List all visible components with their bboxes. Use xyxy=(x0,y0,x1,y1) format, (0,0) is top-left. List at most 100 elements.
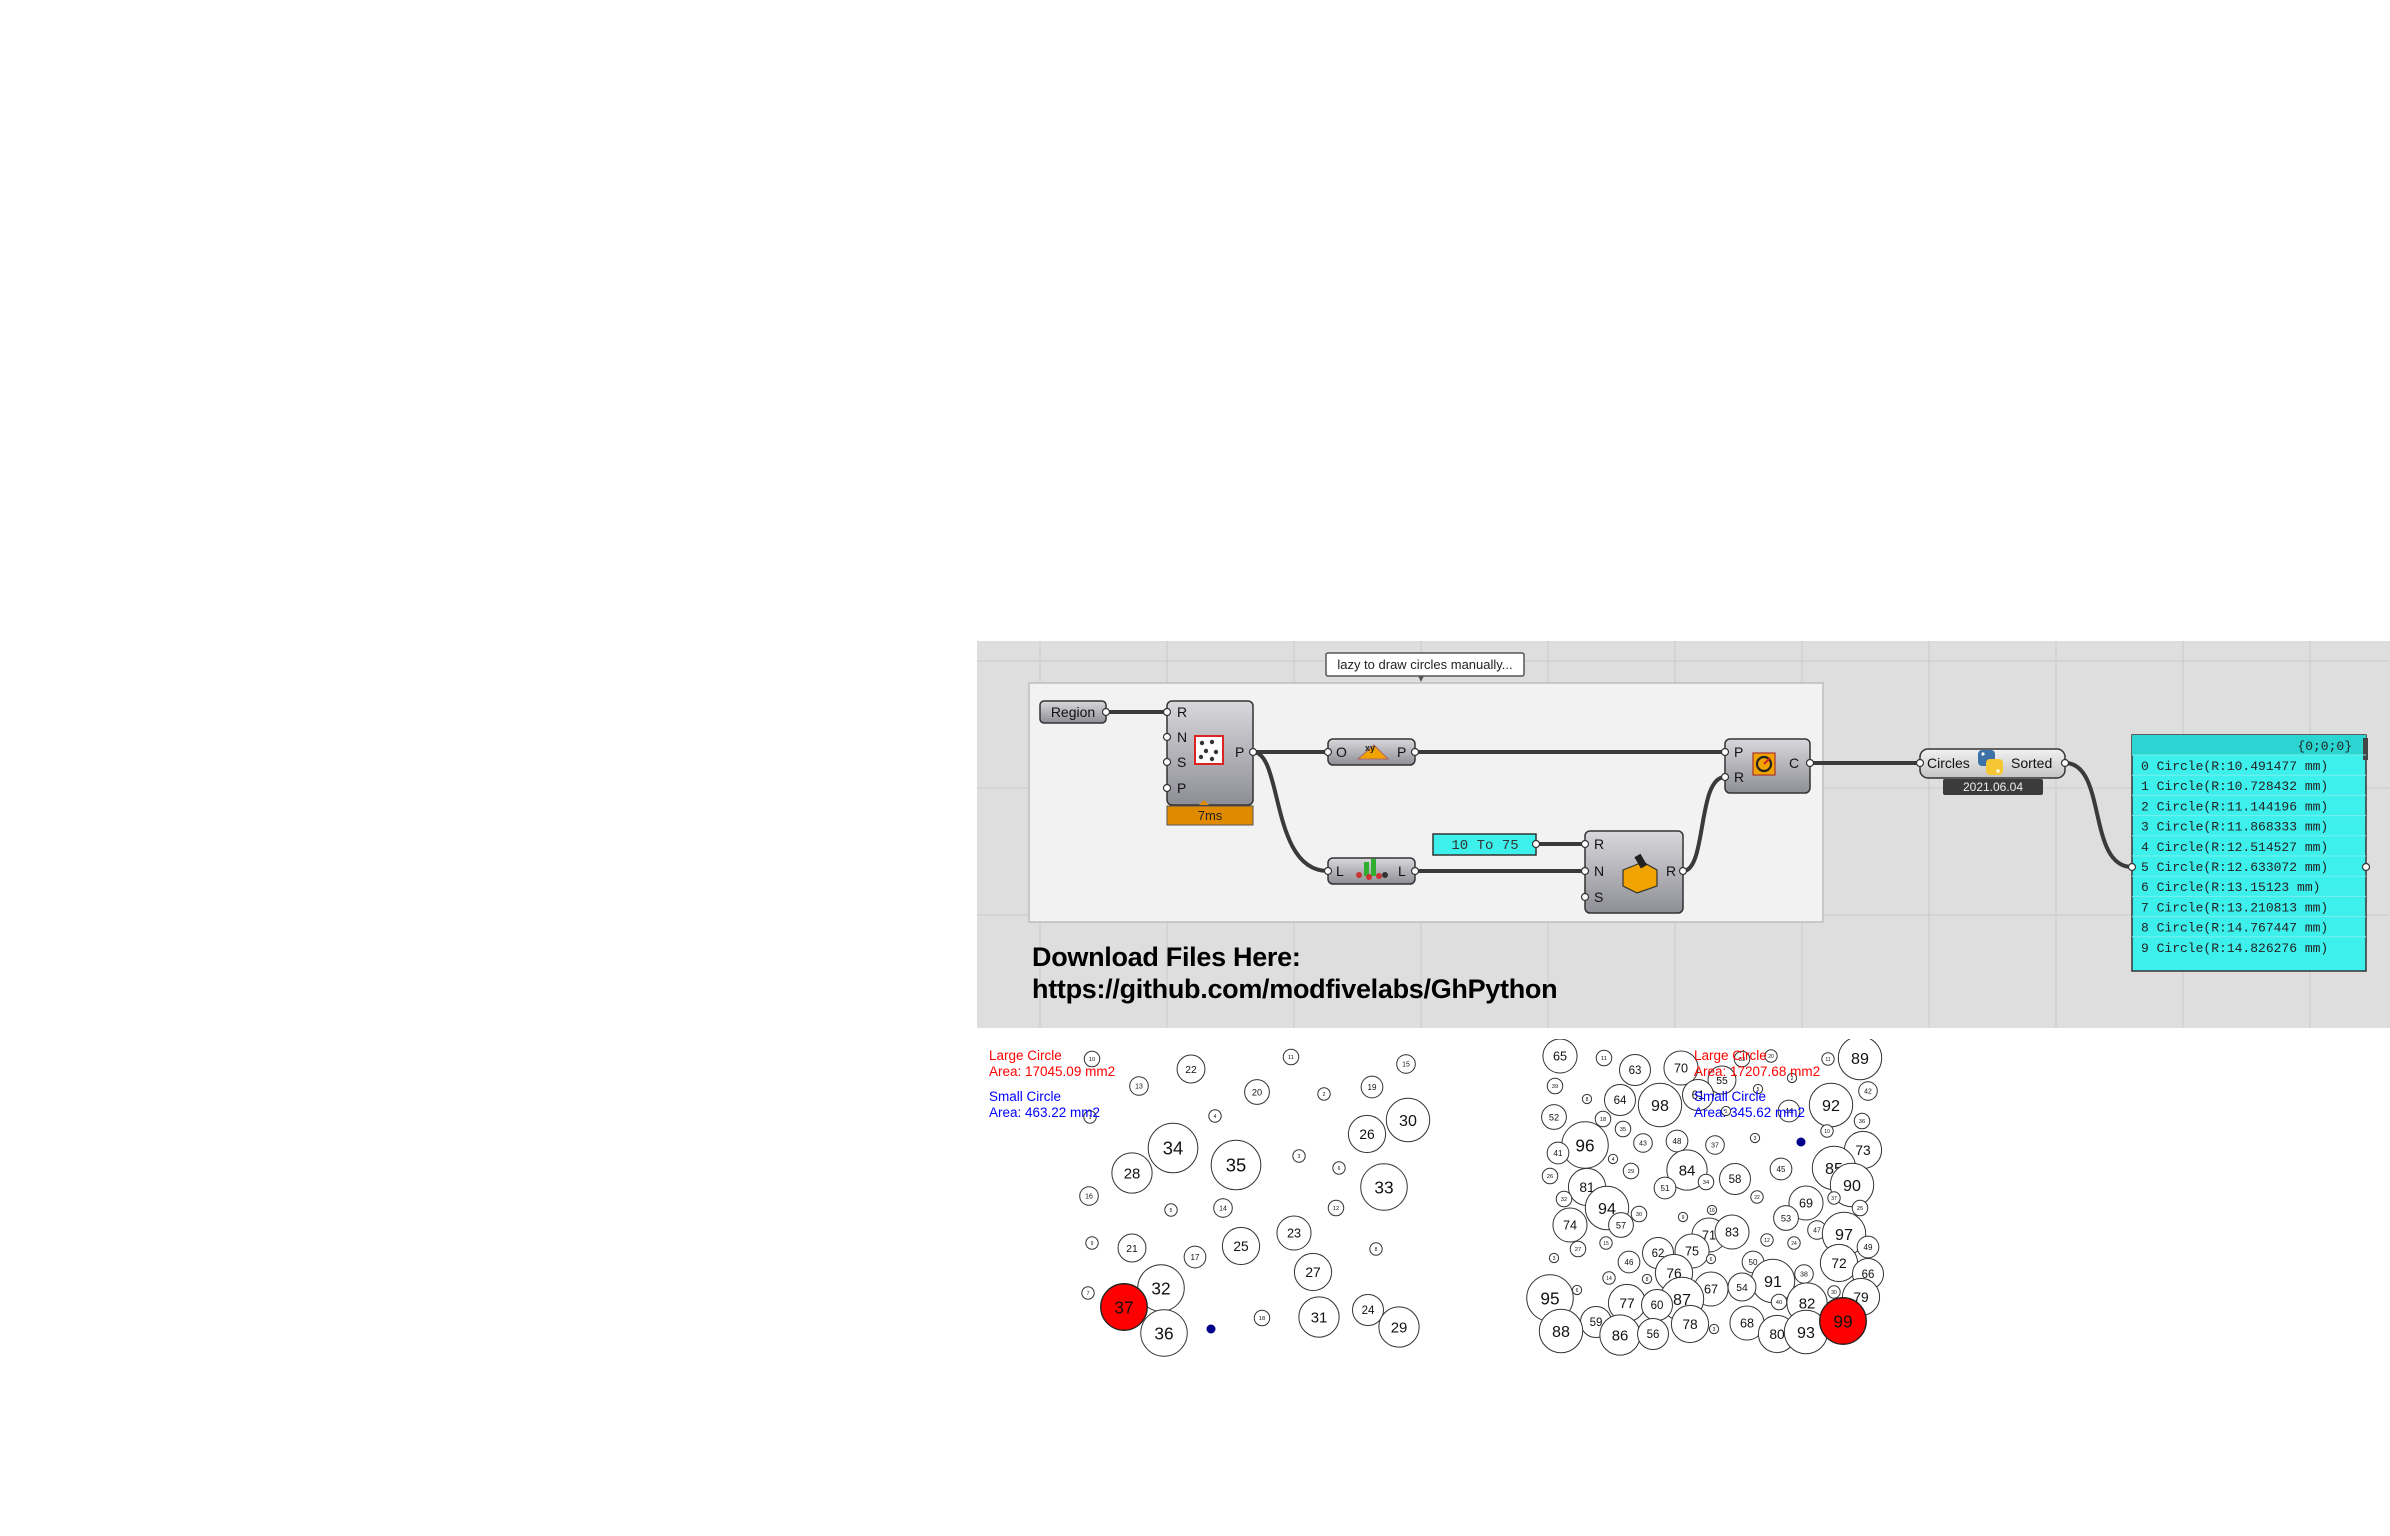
circle-index-label: 77 xyxy=(1619,1296,1634,1311)
right-large-circle-label: Large Circle xyxy=(1694,1048,1767,1063)
circle-index-label: 11 xyxy=(1825,1057,1830,1063)
download-line-1: Download Files Here: xyxy=(1032,942,1301,972)
left-large-circle-area: Area: 17045.09 mm2 xyxy=(989,1064,1116,1079)
output-panel[interactable]: {0;0;0} 0 Circle(R:10.491477 mm) 1 Circle… xyxy=(2127,734,2371,972)
circle-index-label: 48 xyxy=(1673,1137,1682,1146)
circle-index-label: 41 xyxy=(1554,1149,1563,1158)
circle-index-label: 13 xyxy=(1135,1084,1143,1091)
circle-icon xyxy=(1752,752,1776,776)
circle-index-label: 88 xyxy=(1552,1323,1570,1341)
circle-index-label: 24 xyxy=(1791,1241,1797,1247)
group-box[interactable] xyxy=(1028,682,1824,923)
right-large-circle-area: Area: 17207.68 mm2 xyxy=(1694,1064,1821,1079)
circle-index-label: 18 xyxy=(1600,1117,1606,1123)
list-length-input: L xyxy=(1336,863,1344,879)
circle-index-label: 45 xyxy=(1777,1165,1786,1174)
right-small-circle-label: Small Circle xyxy=(1694,1089,1767,1104)
random-input-r: R xyxy=(1594,836,1604,852)
group-label-text: lazy to draw circles manually... xyxy=(1337,657,1512,672)
circle-index-label: 96 xyxy=(1575,1135,1594,1155)
circle-index-label: 3 xyxy=(1754,1136,1757,1142)
circle-index-label: 40 xyxy=(1776,1300,1782,1306)
output-row: 3 Circle(R:11.868333 mm) xyxy=(2141,820,2328,835)
download-link[interactable]: https://github.com/modfivelabs/GhPython xyxy=(1032,973,1558,1005)
circle-index-label: 93 xyxy=(1797,1324,1815,1342)
circle-index-label: 89 xyxy=(1851,1050,1869,1068)
deconstruct-output-p: P xyxy=(1397,744,1406,760)
circle-index-label: 28 xyxy=(1124,1165,1141,1182)
circle-index-label: 9 xyxy=(1091,1241,1094,1247)
range-panel[interactable]: 10 To 75 xyxy=(1432,833,1541,856)
circle-index-label: 63 xyxy=(1629,1065,1642,1077)
circle-index-label: 59 xyxy=(1590,1317,1603,1329)
circle-index-label: 91 xyxy=(1764,1273,1782,1291)
circle-index-label: 73 xyxy=(1855,1143,1871,1158)
circle-index-label: 6 xyxy=(1576,1288,1579,1294)
circle-index-label: 8 xyxy=(1586,1097,1589,1103)
circle-component[interactable]: P R C xyxy=(1720,738,1815,794)
circle-index-label: 14 xyxy=(1219,1206,1227,1213)
screenshot-panel: lazy to draw circles manually... Region xyxy=(977,641,2390,1536)
circle-index-label: 69 xyxy=(1799,1197,1813,1211)
python-output-sorted: Sorted xyxy=(2011,755,2052,771)
circle-index-label: 80 xyxy=(1769,1327,1785,1342)
output-row: 6 Circle(R:13.15123 mm) xyxy=(2141,880,2320,895)
circle-index-label: 7 xyxy=(1087,1291,1090,1297)
populate-input-s: S xyxy=(1177,754,1186,770)
left-small-circle-area: Area: 463.22 mm2 xyxy=(989,1105,1101,1120)
deconstruct-component[interactable]: O P xy xyxy=(1323,738,1420,766)
circle-index-label: 70 xyxy=(1674,1062,1688,1076)
random-input-s: S xyxy=(1594,889,1603,905)
circle-index-label: 65 xyxy=(1553,1050,1567,1064)
list-length-component[interactable]: L L xyxy=(1323,857,1420,885)
circle-index-label: 21 xyxy=(1126,1244,1138,1255)
circle-index-label: 12 xyxy=(1333,1206,1339,1212)
circle-input-p: P xyxy=(1734,744,1743,760)
populate-component[interactable]: R N S P P 7ms xyxy=(1162,700,1258,826)
group-label[interactable]: lazy to draw circles manually... xyxy=(1325,652,1525,682)
circle-index-label: 20 xyxy=(1252,1087,1262,1097)
circle-index-label: 46 xyxy=(1625,1258,1634,1267)
viewport-drawing: 102211151320 21930261 43435283633165 14 1223… xyxy=(1079,1039,1884,1357)
circle-index-label: 74 xyxy=(1563,1219,1577,1233)
circle-index-label: 38 xyxy=(1800,1272,1808,1279)
right-small-circle-area: Area: 345.62 mm2 xyxy=(1694,1105,1806,1120)
circle-index-label: 37 xyxy=(1114,1297,1133,1317)
python-input-circles: Circles xyxy=(1927,755,1970,771)
circle-index-label: 2 xyxy=(1323,1092,1326,1098)
circle-index-label: 16 xyxy=(1709,1208,1715,1214)
circle-index-label: 18 xyxy=(1259,1316,1265,1322)
circle-index-label: 53 xyxy=(1781,1213,1791,1223)
circle-index-label: 15 xyxy=(1402,1062,1410,1069)
circle-index-label: 23 xyxy=(1287,1227,1301,1241)
circle-index-label: 32 xyxy=(1561,1197,1567,1203)
circle-index-label: 27 xyxy=(1575,1247,1581,1253)
circle-index-label: 30 xyxy=(1636,1212,1642,1218)
circle-index-label: 51 xyxy=(1661,1184,1670,1193)
circle-index-label: 4 xyxy=(1612,1157,1615,1163)
circle-index-label: 39 xyxy=(1552,1084,1558,1090)
output-panel-scrollbar[interactable] xyxy=(2363,738,2368,760)
grasshopper-canvas[interactable]: lazy to draw circles manually... Region xyxy=(977,641,2390,1028)
circle-index-label: 10 xyxy=(1824,1129,1830,1135)
circle-index-label: 43 xyxy=(1639,1141,1647,1148)
circle-index-label: 92 xyxy=(1822,1097,1840,1115)
random-component[interactable]: R N S R xyxy=(1580,830,1688,914)
output-row: 1 Circle(R:10.728432 mm) xyxy=(2141,779,2328,794)
circle-index-label: 22 xyxy=(1754,1195,1760,1201)
populate-icon xyxy=(1194,735,1224,765)
circle-index-label: 95 xyxy=(1540,1288,1559,1308)
circle-index-label: 22 xyxy=(1185,1065,1197,1076)
circle-index-label: 5 xyxy=(1170,1208,1173,1214)
circle-index-label: 11 xyxy=(1601,1056,1607,1062)
circle-index-label: 24 xyxy=(1362,1305,1375,1317)
circle-output-c: C xyxy=(1789,755,1799,771)
circle-index-label: 25 xyxy=(1233,1239,1249,1254)
circle-index-label: 12 xyxy=(1764,1238,1770,1244)
output-row: 2 Circle(R:11.144196 mm) xyxy=(2141,799,2328,814)
region-param-label: Region xyxy=(1051,704,1095,720)
region-param[interactable]: Region xyxy=(1039,700,1111,724)
circle-index-label: 25 xyxy=(1857,1206,1863,1212)
smallest-circle-marker xyxy=(1796,1137,1806,1147)
output-row: 5 Circle(R:12.633072 mm) xyxy=(2141,860,2328,875)
